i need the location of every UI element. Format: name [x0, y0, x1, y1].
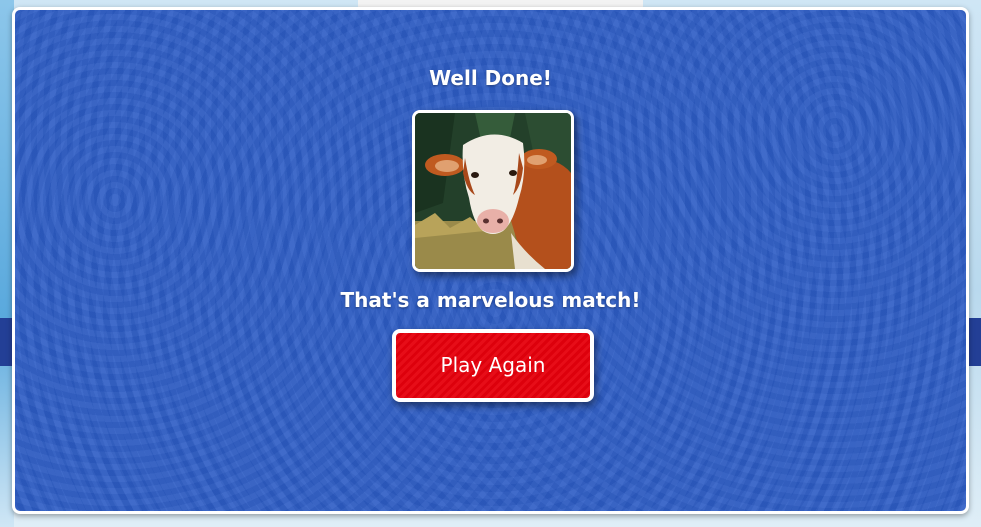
matched-card-image: [412, 110, 574, 272]
win-dialog: Well Done! That's a marvelous match! Pla…: [12, 7, 969, 514]
dialog-title: Well Done!: [429, 66, 552, 90]
match-message: That's a marvelous match!: [340, 288, 641, 312]
play-again-button[interactable]: Play Again: [392, 329, 594, 402]
cow-image: [415, 113, 571, 269]
